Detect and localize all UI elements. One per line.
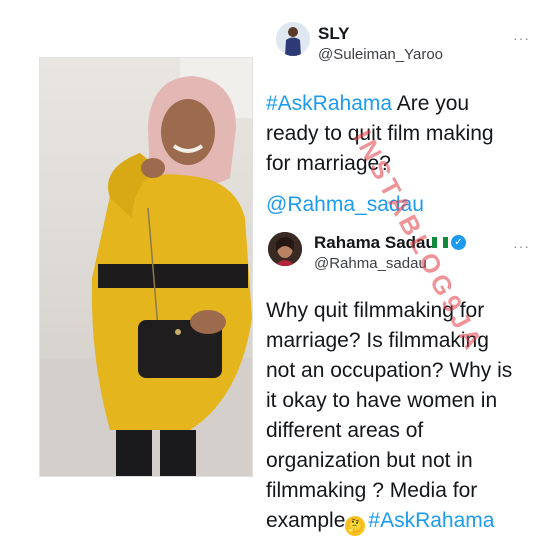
tweet1-author-handle[interactable]: @Suleiman_Yaroo: [318, 46, 443, 63]
tweet1-body: #AskRahama Are you ready to quit film ma…: [266, 89, 553, 179]
thinking-face-icon: 🤔: [345, 516, 366, 536]
tweet2-line-2: marriage? Is filmmaking: [266, 329, 489, 352]
photo-illustration: [40, 58, 252, 476]
tweet2-line-4: it okay to have women in: [266, 389, 498, 412]
sly-avatar[interactable]: [276, 22, 310, 56]
tweet2-line-8: example 🤔 #AskRahama: [266, 506, 553, 536]
tweet2-body: Why quit filmmaking for marriage? Is fil…: [266, 296, 553, 536]
tweet1-more-icon[interactable]: ···: [513, 30, 530, 46]
rahama-avatar[interactable]: [268, 232, 302, 266]
tweet1-hashtag[interactable]: #AskRahama: [266, 92, 392, 115]
tweet1-line-2: ready to quit film making: [266, 122, 494, 145]
tweet2-more-icon[interactable]: ···: [513, 238, 530, 254]
tweet1-line-3: for marriage?: [266, 152, 391, 175]
tweet2-line-1: Why quit filmmaking for: [266, 299, 485, 322]
tweet2-hashtag[interactable]: #AskRahama: [368, 509, 494, 532]
tweet2-line-3: not an occupation? Why is: [266, 359, 513, 382]
tweet1-author-name[interactable]: SLY: [318, 24, 350, 44]
tweet2-line-6: organization but not in: [266, 449, 473, 472]
tweet2-line-7: filmmaking ? Media for: [266, 479, 478, 502]
verified-badge-icon: ✓: [451, 235, 466, 250]
tweet-screenshot: SLY @Suleiman_Yaroo ··· #AskRahama Are y…: [266, 0, 553, 554]
photo-woman-yellow-dress: [40, 58, 252, 476]
tweet2-line-5: different areas of: [266, 419, 424, 442]
tweet1-line-1: #AskRahama Are you: [266, 92, 470, 115]
